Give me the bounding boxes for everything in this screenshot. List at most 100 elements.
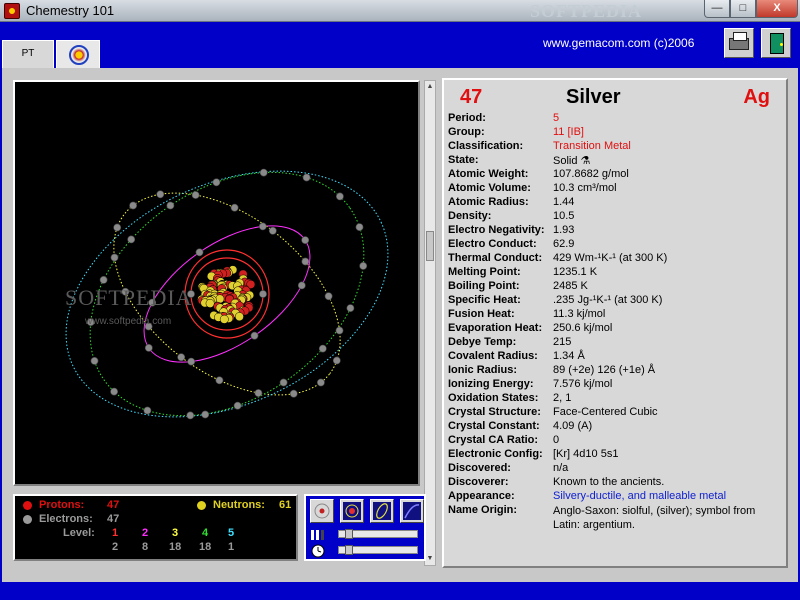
- exit-button[interactable]: [761, 28, 791, 58]
- electron: [201, 410, 210, 419]
- property-value: 1235.1 K: [553, 266, 598, 278]
- view-mode-1-button[interactable]: [310, 499, 334, 523]
- property-value: 107.8682 g/mol: [553, 168, 629, 180]
- electron: [318, 344, 327, 353]
- shell-level-5: 5: [228, 527, 235, 539]
- property-row: Crystal Constant: 4.09 (A): [448, 420, 784, 434]
- property-value: 10.3 cm³/mol: [553, 182, 617, 194]
- electron: [268, 226, 277, 235]
- property-value: 1.44: [553, 196, 575, 208]
- property-value: 4.09 (A): [553, 420, 593, 432]
- property-label: Atomic Volume:: [448, 182, 531, 194]
- tab-periodic-table[interactable]: PT: [2, 40, 54, 68]
- shell-count-4: 18: [199, 541, 212, 553]
- shell-count-1: 2: [112, 541, 119, 553]
- view-mode-4-button[interactable]: [400, 499, 424, 523]
- atom-viewer[interactable]: SOFTPEDIA www.softpedia.com: [13, 80, 420, 486]
- shell-level-2: 2: [142, 527, 149, 539]
- property-label: Atomic Weight:: [448, 168, 529, 180]
- electron: [335, 326, 344, 335]
- toolbar: PT www.gemacom.com (c)2006: [0, 22, 800, 68]
- electron: [177, 353, 186, 362]
- property-label: Electro Negativity:: [448, 224, 545, 236]
- orbit-arc-icon: [403, 502, 421, 520]
- electron: [99, 275, 108, 284]
- scroll-down-icon[interactable]: ▼: [425, 553, 435, 565]
- property-label: Name Origin:: [448, 504, 518, 516]
- protons-value: 47: [107, 499, 120, 511]
- atom-color-icon: [343, 502, 361, 520]
- property-value: n/a: [553, 462, 569, 474]
- property-label: Ionic Radius:: [448, 364, 518, 376]
- property-value: .235 Jg-¹K-¹ (at 300 K): [553, 294, 663, 306]
- property-row: Electronic Config: [Kr] 4d10 5s1: [448, 448, 784, 462]
- property-value: 7.576 kj/mol: [553, 378, 613, 390]
- proton-dot-icon: [23, 501, 32, 510]
- maximize-button[interactable]: □: [730, 0, 756, 18]
- speed-slider[interactable]: [338, 545, 418, 555]
- property-label: Crystal CA Ratio:: [448, 434, 539, 446]
- particle-stats: Protons: 47 Neutrons: 61 Electrons: 47 L…: [13, 494, 298, 561]
- property-row: Evaporation Heat: 250.6 kj/mol: [448, 322, 784, 336]
- status-bar: [0, 582, 800, 600]
- shell-count-2: 8: [142, 541, 149, 553]
- property-label: Debye Temp:: [448, 336, 517, 348]
- electron: [332, 356, 341, 365]
- property-value: Silvery-ductile, and malleable metal: [553, 490, 727, 502]
- property-row: Fusion Heat: 11.3 kj/mol: [448, 308, 784, 322]
- element-symbol: Ag: [743, 86, 770, 108]
- electron: [129, 201, 137, 210]
- view-mode-2-button[interactable]: [340, 499, 364, 523]
- softpedia-url-watermark: www.softpedia.com: [85, 316, 172, 327]
- softpedia-corner-watermark: SOFTPEDIA: [530, 1, 643, 21]
- property-label: Fusion Heat:: [448, 308, 515, 320]
- print-button[interactable]: [724, 28, 754, 58]
- neutrons-label: Neutrons:: [213, 499, 265, 511]
- property-label: Covalent Radius:: [448, 350, 538, 362]
- property-label: Melting Point:: [448, 266, 521, 278]
- property-value: 10.5: [553, 210, 575, 222]
- property-row: Debye Temp: 215: [448, 336, 784, 350]
- size-slider-knob[interactable]: [345, 529, 353, 539]
- close-button[interactable]: X: [756, 0, 798, 18]
- neutron: [215, 294, 225, 304]
- electron: [143, 406, 152, 415]
- property-label: Discoverer:: [448, 476, 509, 488]
- speed-slider-knob[interactable]: [345, 545, 353, 555]
- view-mode-3-button[interactable]: [370, 499, 394, 523]
- electron: [156, 190, 165, 199]
- electron: [316, 378, 325, 387]
- app-icon: [4, 3, 20, 19]
- property-value: 215: [553, 336, 572, 348]
- size-slider[interactable]: [338, 529, 418, 539]
- minimize-button[interactable]: —: [704, 0, 730, 18]
- atom-model: [65, 168, 389, 420]
- scroll-up-icon[interactable]: ▲: [425, 81, 435, 93]
- electron: [254, 389, 263, 397]
- property-row: Oxidation States: 2, 1: [448, 392, 784, 406]
- property-value: 2485 K: [553, 280, 588, 292]
- property-label: Classification:: [448, 140, 524, 152]
- property-row: Boiling Point: 2485 K: [448, 280, 784, 294]
- property-value: 89 (+2e) 126 (+1e) Å: [553, 364, 656, 376]
- softpedia-watermark: SOFTPEDIA: [65, 285, 193, 310]
- property-label: Discovered:: [448, 462, 511, 474]
- property-label: Crystal Structure:: [448, 406, 541, 418]
- scroll-thumb[interactable]: [426, 231, 434, 261]
- property-value: 250.6 kj/mol: [553, 322, 613, 334]
- electron: [127, 235, 136, 244]
- property-value: 1.93: [553, 224, 575, 236]
- electron: [113, 223, 122, 232]
- electron-dot-icon: [23, 515, 32, 524]
- property-row: Density: 10.5: [448, 210, 784, 224]
- electron: [250, 331, 259, 340]
- property-value: 429 Wm-¹K-¹ (at 300 K): [553, 252, 668, 264]
- tab-atom-view[interactable]: [56, 40, 100, 68]
- electron: [212, 178, 221, 187]
- electron: [324, 292, 333, 301]
- property-row: Atomic Volume: 10.3 cm³/mol: [448, 182, 784, 196]
- electron: [297, 281, 306, 290]
- property-row: Atomic Weight: 107.8682 g/mol: [448, 168, 784, 182]
- speed-clock-icon: [311, 544, 325, 558]
- electron: [302, 173, 311, 182]
